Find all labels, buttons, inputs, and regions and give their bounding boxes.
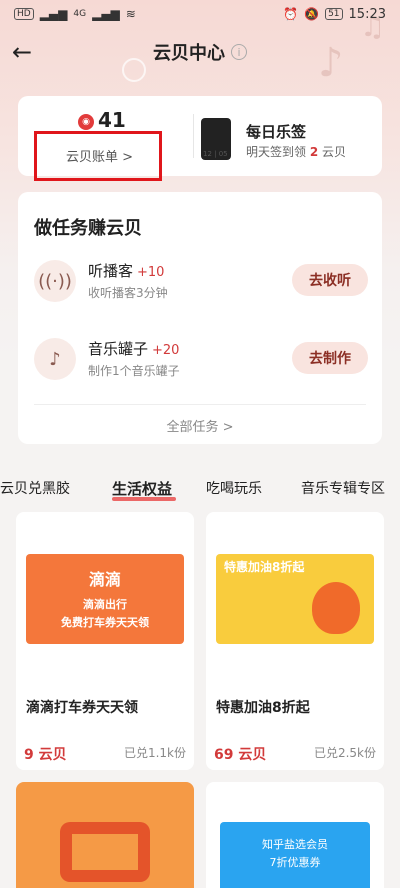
back-arrow-icon[interactable]: ← [12,38,40,66]
tab-vinyl[interactable]: 云贝兑黑胶 [0,478,70,498]
task-desc: 收听播客3分钟 [88,286,168,300]
tasks-card: 做任务赚云贝 ((·)) 听播客 +10 收听播客3分钟 去收听 ♪ 音乐罐子 +2… [18,192,382,444]
task-row-podcast: ((·)) 听播客 +10 收听播客3分钟 去收听 [18,254,382,314]
podcast-icon: ((·)) [34,260,76,302]
all-tasks-link[interactable]: 全部任务 > [18,416,382,435]
banner-line: 滴滴出行 [83,598,127,611]
daily-sub-prefix: 明天签到领 [246,145,307,159]
hd-badge: HD [14,8,34,20]
daily-checkin-title[interactable]: 每日乐签 [246,121,306,142]
coin-bill-link[interactable]: 云贝账单 > [66,146,133,165]
alarm-icon: ⏰ [283,7,299,21]
flame-icon [312,582,360,634]
page-title: 云贝中心 [153,43,225,64]
product-banner: 特惠加油8折起 [216,554,374,644]
clock: 15:23 [348,6,386,22]
wifi-icon: ≋ [125,7,136,21]
coin-count: 41 [98,108,126,132]
coin-balance-section: ◉ 41 云贝账单 > [18,96,168,176]
product-sold-count: 已兑1.1k份 [123,746,186,760]
product-name: 特惠加油8折起 [216,700,310,716]
banner-line: 知乎盐选会员 [262,838,328,851]
signal-icon: ▂▄▆ [39,7,68,21]
product-card-zhihu[interactable]: 知乎盐选会员 7折优惠券 [206,782,384,888]
product-banner: 知乎盐选会员 7折优惠券 [220,822,370,888]
battery-icon: 51 [325,8,343,20]
title-bar: ← 云贝中心 i [0,30,400,74]
coin-icon: ◉ [78,114,94,130]
daily-checkin-subtitle: 明天签到领 2 云贝 [246,143,346,160]
tab-food-fun[interactable]: 吃喝玩乐 [206,478,262,498]
product-price: 69 云贝 [214,747,267,763]
banner-title: 特惠加油8折起 [224,560,305,574]
task-title: 听播客 [88,262,134,280]
task-reward: +10 [137,265,165,280]
product-banner: 滴滴 滴滴出行 免费打车券天天领 [26,554,184,644]
make-button[interactable]: 去制作 [292,342,368,374]
product-name: 滴滴打车券天天领 [26,700,138,716]
mute-icon: 🔕 [304,7,320,21]
coin-summary-card: ◉ 41 云贝账单 > [18,96,382,176]
active-tab-indicator [112,497,176,501]
task-reward: +20 [152,343,180,358]
task-name: 听播客 +10 [88,260,164,281]
tab-albums[interactable]: 音乐专辑专区 [301,478,385,498]
banner-line: 7折优惠券 [269,856,321,869]
divider [193,114,194,158]
product-banner-icon [60,822,150,882]
task-row-music-jar: ♪ 音乐罐子 +20 制作1个音乐罐子 去制作 [18,332,382,392]
banner-line: 免费打车券天天领 [61,616,149,629]
product-card-didi[interactable]: 滴滴 滴滴出行 免费打车券天天领 滴滴打车券天天领 9 云贝 已兑1.1k份 [16,512,194,770]
category-tabs: 云贝兑黑胶 生活权益 吃喝玩乐 音乐专辑专区 [0,478,400,508]
signal-icon: ▂▄▆ [92,7,120,21]
tab-life-benefits[interactable]: 生活权益 [112,478,172,499]
calendar-date: 12 | 05 [203,150,228,158]
tasks-heading: 做任务赚云贝 [34,218,142,239]
status-bar: HD ▂▄▆ 4G ▂▄▆ ≋ ⏰ 🔕 51 15:23 [0,0,400,28]
music-jar-icon: ♪ [34,338,76,380]
task-desc: 制作1个音乐罐子 [88,364,180,378]
product-sold-count: 已兑2.5k份 [313,746,376,760]
info-icon[interactable]: i [231,44,247,60]
product-price: 9 云贝 [24,747,67,763]
daily-sub-num: 2 [309,145,319,159]
divider [34,404,366,405]
didi-logo-text: 滴滴 [88,570,121,589]
product-card-fuel[interactable]: 特惠加油8折起 特惠加油8折起 69 云贝 已兑2.5k份 [206,512,384,770]
listen-button[interactable]: 去收听 [292,264,368,296]
task-name: 音乐罐子 +20 [88,338,179,359]
network-badge: 4G [73,9,87,19]
task-title: 音乐罐子 [88,340,149,358]
daily-sub-suffix: 云贝 [322,145,347,159]
product-card-partial[interactable] [16,782,194,888]
